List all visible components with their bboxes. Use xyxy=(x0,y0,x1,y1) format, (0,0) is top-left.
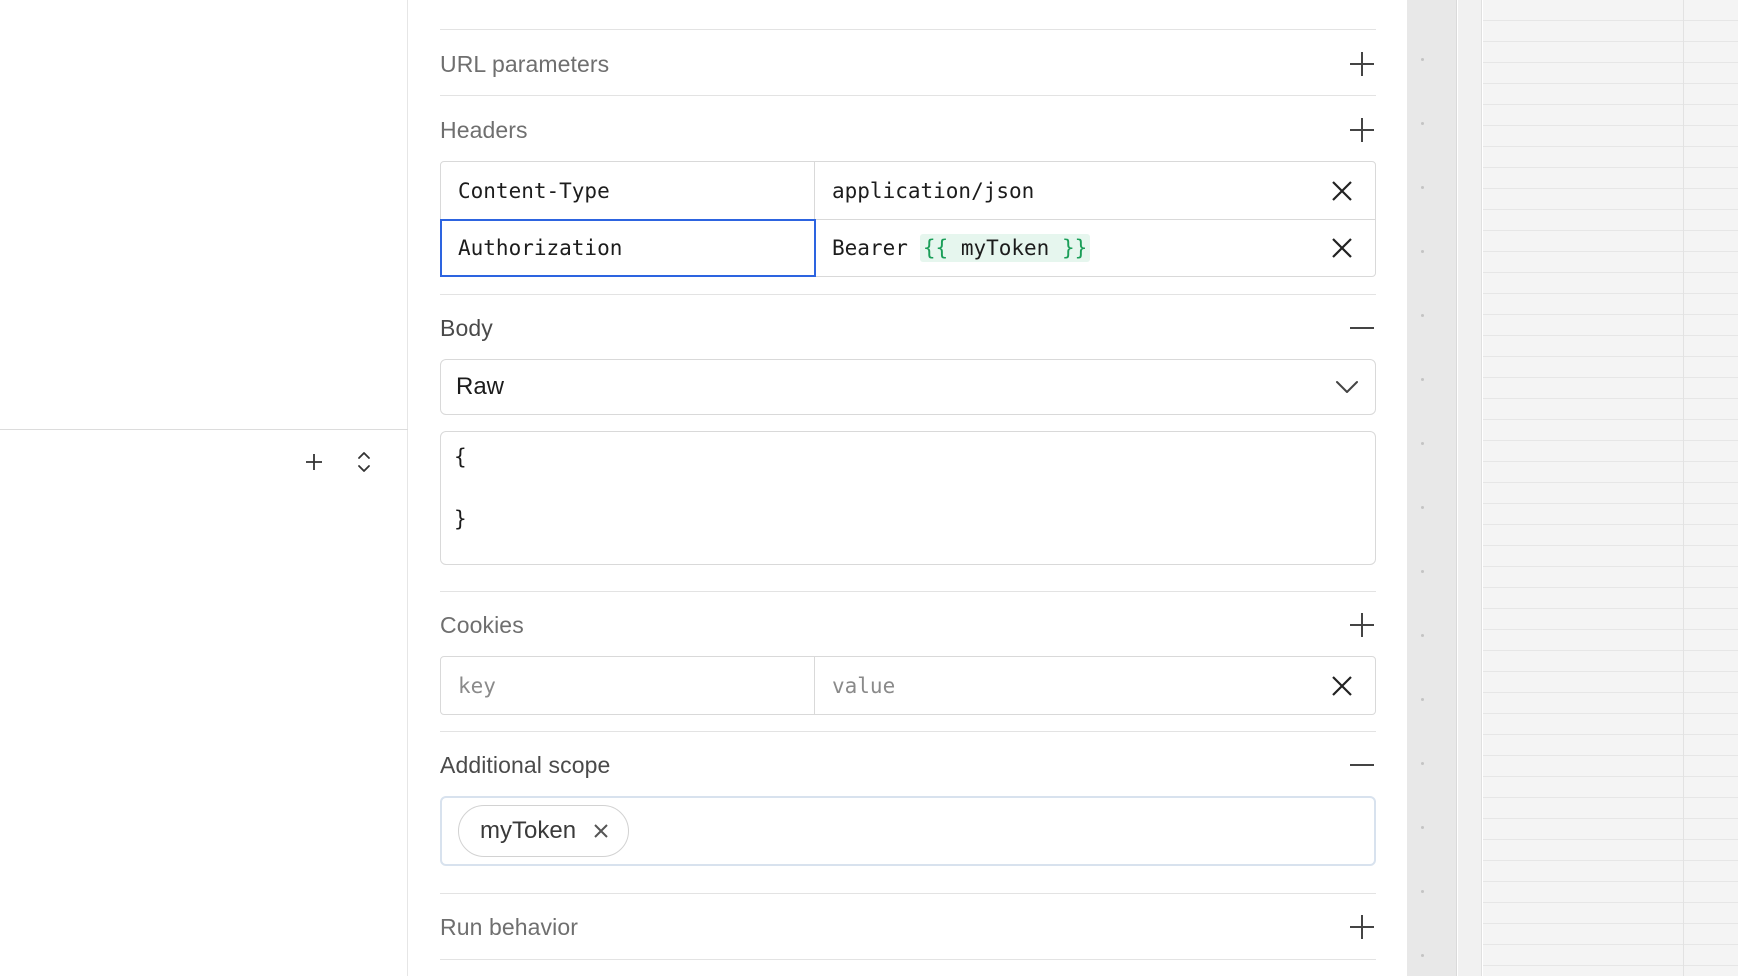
sort-button[interactable] xyxy=(350,448,378,476)
header-row: Content-Type application/json xyxy=(441,162,1375,219)
remove-header-button[interactable] xyxy=(1327,176,1357,206)
chevron-up-down-icon xyxy=(357,450,371,474)
header-key-input[interactable]: Authorization xyxy=(440,219,816,277)
template-token: {{ myToken }} xyxy=(919,234,1091,262)
cookie-key-input[interactable]: key xyxy=(441,657,815,714)
additional-scope-header[interactable]: Additional scope xyxy=(440,745,1376,785)
gutter-dot xyxy=(1421,378,1424,381)
cookies-title: Cookies xyxy=(440,611,524,638)
header-value-input[interactable]: application/json xyxy=(815,162,1375,219)
code-line: } xyxy=(454,507,467,531)
body-header[interactable]: Body xyxy=(440,308,1376,348)
plus-icon xyxy=(1349,914,1375,940)
header-value-input[interactable]: Bearer {{ myToken }} xyxy=(815,220,1375,276)
scope-tag-input[interactable]: myToken xyxy=(440,796,1376,866)
header-value-text: Bearer xyxy=(832,236,908,260)
add-url-parameter-button[interactable] xyxy=(1348,50,1376,78)
headers-header[interactable]: Headers xyxy=(440,110,1376,150)
minus-icon xyxy=(1349,752,1375,778)
close-icon xyxy=(1331,180,1353,202)
close-icon xyxy=(1331,237,1353,259)
body-type-select[interactable]: Raw xyxy=(440,359,1376,415)
add-run-behavior-button[interactable] xyxy=(1348,913,1376,941)
cookie-row: key value xyxy=(441,657,1375,714)
cookie-value-input[interactable]: value xyxy=(815,657,1375,714)
gutter-dot xyxy=(1421,890,1424,893)
headers-table: Content-Type application/json Authorizat… xyxy=(440,161,1376,277)
token-name: myToken xyxy=(960,236,1050,260)
body-code-editor[interactable]: { } xyxy=(440,431,1376,565)
remove-scope-tag-button[interactable] xyxy=(590,820,612,842)
gutter-dot xyxy=(1421,314,1424,317)
gutter-dot xyxy=(1421,762,1424,765)
left-divider xyxy=(0,429,408,430)
body-title: Body xyxy=(440,314,493,341)
section-divider xyxy=(440,731,1376,732)
scope-tag-label: myToken xyxy=(480,817,577,844)
request-settings-panel: URL parameters Headers Content-Type appl… xyxy=(409,0,1407,976)
gutter-dot xyxy=(1421,826,1424,829)
chevron-down-icon xyxy=(1335,380,1359,394)
section-divider xyxy=(440,294,1376,295)
run-behavior-header[interactable]: Run behavior xyxy=(440,907,1376,947)
section-divider xyxy=(440,959,1376,960)
row-header-strip xyxy=(1458,0,1482,976)
gutter-dot xyxy=(1421,122,1424,125)
url-parameters-header[interactable]: URL parameters xyxy=(440,44,1376,84)
cookies-header[interactable]: Cookies xyxy=(440,605,1376,645)
grid-column-line xyxy=(1683,0,1684,976)
left-pane xyxy=(0,0,408,976)
plus-icon xyxy=(1349,117,1375,143)
add-header-button[interactable] xyxy=(1348,116,1376,144)
scope-tag: myToken xyxy=(458,805,630,857)
headers-title: Headers xyxy=(440,116,528,143)
collapse-additional-scope-button[interactable] xyxy=(1348,751,1376,779)
gutter-dot xyxy=(1421,250,1424,253)
section-divider xyxy=(440,591,1376,592)
header-key-input[interactable]: Content-Type xyxy=(441,162,815,219)
section-divider xyxy=(440,893,1376,894)
gutter-dot xyxy=(1421,506,1424,509)
spreadsheet-grid[interactable] xyxy=(1483,0,1738,976)
gutter-dot xyxy=(1421,58,1424,61)
remove-header-button[interactable] xyxy=(1327,233,1357,263)
gutter-dot xyxy=(1421,570,1424,573)
add-item-button[interactable] xyxy=(300,448,328,476)
panel-resize-gutter[interactable] xyxy=(1407,0,1457,976)
body-type-value: Raw xyxy=(456,373,505,400)
left-actions xyxy=(300,448,378,476)
request-settings-content: URL parameters Headers Content-Type appl… xyxy=(440,0,1376,976)
gutter-dot xyxy=(1421,442,1424,445)
plus-icon xyxy=(1349,51,1375,77)
gutter-dot xyxy=(1421,698,1424,701)
plus-icon xyxy=(1349,612,1375,638)
header-row: Authorization Bearer {{ myToken }} xyxy=(440,219,1375,277)
minus-icon xyxy=(1349,315,1375,341)
run-behavior-title: Run behavior xyxy=(440,913,579,940)
close-icon xyxy=(1331,675,1353,697)
cookies-table: key value xyxy=(440,656,1376,715)
gutter-dot xyxy=(1421,954,1424,957)
close-icon xyxy=(593,823,609,839)
token-close: }} xyxy=(1061,236,1088,260)
section-divider xyxy=(440,95,1376,96)
additional-scope-title: Additional scope xyxy=(440,751,611,778)
url-parameters-title: URL parameters xyxy=(440,50,610,77)
code-line: { xyxy=(454,445,467,469)
add-cookie-button[interactable] xyxy=(1348,611,1376,639)
gutter-dot xyxy=(1421,186,1424,189)
collapse-body-button[interactable] xyxy=(1348,314,1376,342)
section-divider xyxy=(440,29,1376,30)
plus-icon xyxy=(304,452,324,472)
gutter-dot xyxy=(1421,634,1424,637)
token-open: {{ xyxy=(922,236,949,260)
remove-cookie-button[interactable] xyxy=(1327,671,1357,701)
